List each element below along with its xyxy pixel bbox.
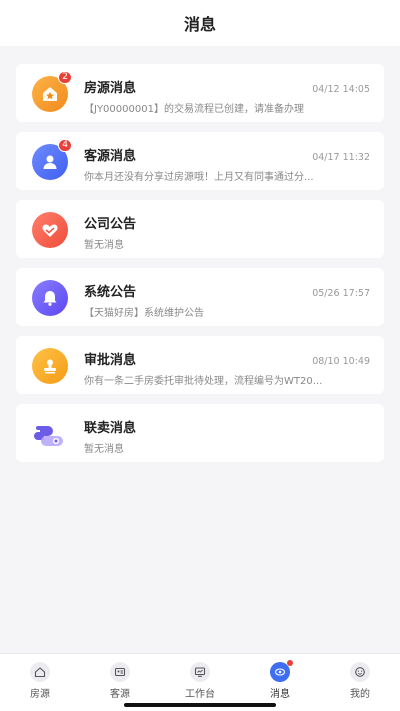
message-time: 04/12 14:05 [312, 84, 370, 95]
unread-dot [287, 660, 293, 666]
message-title: 房源消息 [84, 81, 137, 96]
person-icon [43, 155, 57, 169]
header: 消息 [0, 0, 400, 46]
tab-house[interactable]: 房源 [0, 654, 80, 711]
stamp-icon [44, 359, 56, 374]
message-preview: 暂无消息 [84, 240, 124, 251]
message-preview: 【天猫好房】系统维护公告 [84, 308, 204, 319]
message-preview: 暂无消息 [84, 444, 124, 455]
message-item-joint-sale[interactable]: 联卖消息 暂无消息 [16, 404, 384, 462]
message-item-approval[interactable]: 审批消息 08/10 10:49 你有一条二手房委托审批待处理，流程编号为WT2… [16, 336, 384, 394]
message-time: 05/26 17:57 [312, 288, 370, 299]
message-item-house[interactable]: 2 房源消息 04/12 14:05 【JY00000001】的交易流程已创建，… [16, 64, 384, 122]
house-icon [30, 662, 50, 682]
message-title: 公司公告 [84, 217, 137, 232]
system-message-avatar [32, 280, 68, 316]
tab-profile[interactable]: 我的 [320, 654, 400, 711]
message-item-system[interactable]: 系统公告 05/26 17:57 【天猫好房】系统维护公告 [16, 268, 384, 326]
message-item-company[interactable]: 公司公告 暂无消息 [16, 200, 384, 258]
unread-badge: 2 [58, 71, 72, 84]
message-list: 2 房源消息 04/12 14:05 【JY00000001】的交易流程已创建，… [16, 64, 384, 472]
cloud-link-icon [34, 426, 63, 446]
message-time: 08/10 10:49 [312, 356, 370, 367]
monitor-icon [190, 662, 210, 682]
message-preview: 你有一条二手房委托审批待处理，流程编号为WT20... [84, 376, 323, 387]
message-title: 联卖消息 [84, 421, 137, 436]
home-indicator[interactable] [124, 703, 276, 707]
message-title: 客源消息 [84, 149, 137, 164]
company-message-avatar [32, 212, 68, 248]
heart-handshake-icon [42, 224, 58, 237]
tab-label: 客源 [110, 689, 130, 700]
app: 消息 2 房源消息 04/12 14:05 【JY00000001】的交易流程已… [0, 0, 400, 711]
tab-label: 工作台 [185, 689, 215, 700]
client-message-avatar: 4 [32, 139, 72, 180]
bell-icon [43, 291, 57, 306]
house-message-avatar: 2 [32, 71, 72, 112]
joint-sale-message-avatar [32, 416, 68, 452]
house-star-icon [43, 87, 57, 101]
unread-badge: 4 [58, 139, 72, 152]
approval-message-avatar [32, 348, 68, 384]
id-card-icon [110, 662, 130, 682]
message-time: 04/17 11:32 [312, 152, 370, 163]
message-item-client[interactable]: 4 客源消息 04/17 11:32 你本月还没有分享过房源哦！上月又有同事通过… [16, 132, 384, 190]
message-preview: 你本月还没有分享过房源哦！上月又有同事通过分... [84, 172, 314, 183]
message-title: 系统公告 [84, 285, 137, 300]
tab-label: 房源 [30, 689, 50, 700]
tab-label: 我的 [350, 689, 370, 700]
tab-label: 消息 [270, 689, 290, 700]
message-preview: 【JY00000001】的交易流程已创建，请准备办理 [84, 104, 304, 115]
smile-icon [350, 662, 370, 682]
page-title: 消息 [183, 15, 216, 34]
message-title: 审批消息 [84, 353, 137, 368]
